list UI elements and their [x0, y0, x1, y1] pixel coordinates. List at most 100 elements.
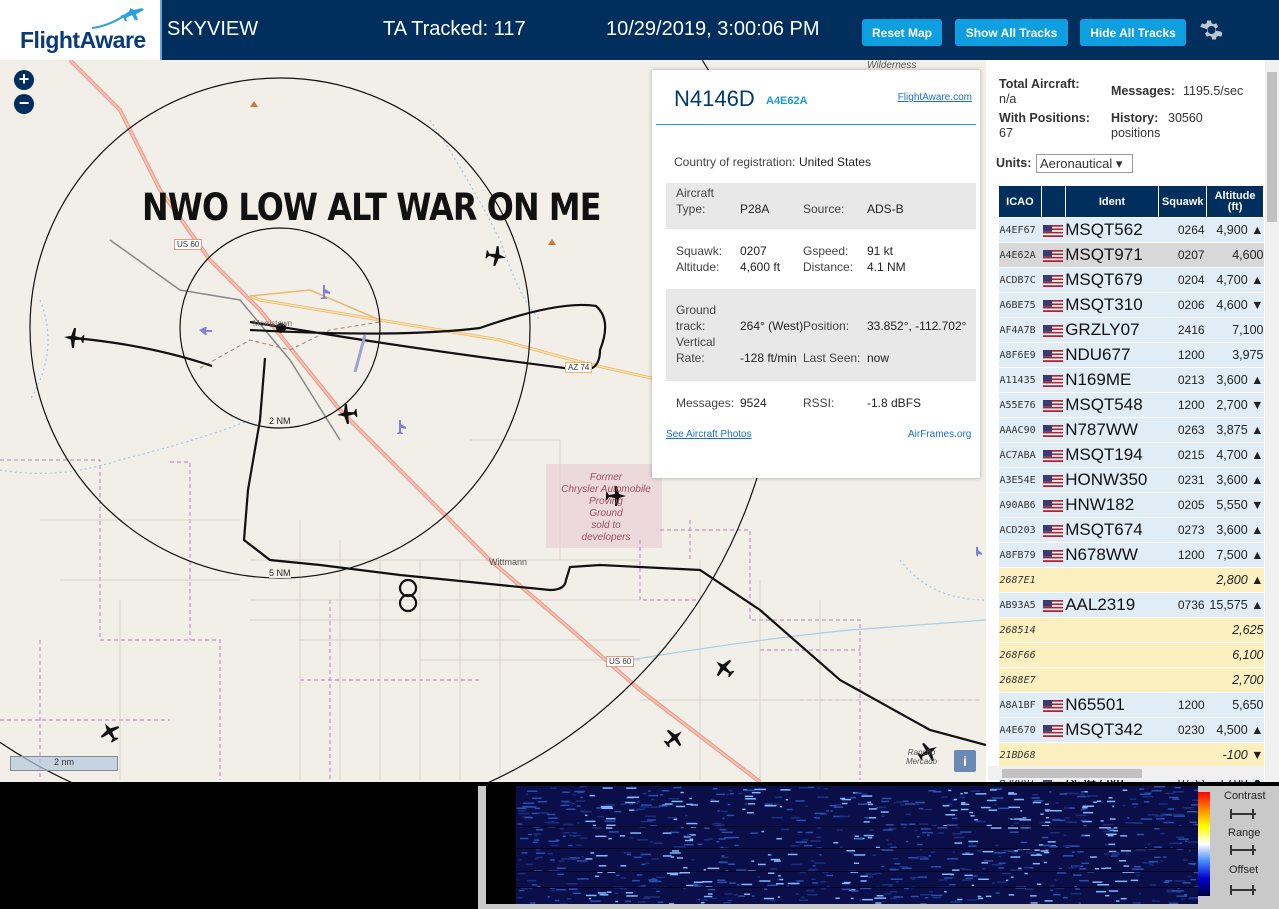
aircraft-icon[interactable] — [712, 656, 736, 680]
cell-altitude: 3,600 ▲ — [1206, 467, 1264, 493]
flightaware-logo[interactable]: FlightAware — [0, 0, 162, 60]
aircraft-icon-selected[interactable] — [335, 402, 359, 426]
table-row[interactable]: A8A1BF N65501 1200 5,650 — [998, 692, 1264, 718]
reset-map-button[interactable]: Reset Map — [862, 19, 942, 46]
table-row[interactable]: 2688E7 2,700 — [998, 667, 1264, 693]
cell-altitude: 4,700 ▲ — [1206, 267, 1264, 293]
cell-icao: AF4A7B — [998, 317, 1042, 343]
cell-altitude: 2,625 — [1206, 617, 1264, 643]
range-slider[interactable] — [1228, 844, 1258, 856]
airframes-link[interactable]: AirFrames.org — [908, 429, 971, 440]
total-aircraft-label: Total Aircraft: — [999, 77, 1080, 91]
table-row[interactable]: 21BD68 -100 ▼ — [998, 742, 1264, 768]
vertical-scrollbar[interactable] — [1265, 60, 1279, 782]
table-row[interactable]: 268F66 6,100 — [998, 642, 1264, 668]
cell-ident: N169ME — [1065, 367, 1159, 393]
col-squawk[interactable]: Squawk — [1158, 185, 1208, 218]
table-row[interactable]: 268514 2,625 — [998, 617, 1264, 643]
table-row[interactable]: A4EF67 MSQT562 0264 4,900 ▲ — [998, 217, 1264, 243]
popup-icao-hex: A4E62A — [766, 95, 808, 107]
table-row[interactable]: A11435 N169ME 0213 3,600 ▲ — [998, 367, 1264, 393]
aircraft-icon[interactable] — [98, 720, 122, 744]
hide-all-tracks-button[interactable]: Hide All Tracks — [1080, 19, 1186, 46]
table-row[interactable]: A8F6E9 NDU677 1200 3,975 — [998, 342, 1264, 368]
cell-flag — [1041, 667, 1066, 693]
ground-track-value: 264° (West) — [740, 319, 804, 333]
cell-squawk: 0213 — [1158, 367, 1207, 393]
show-all-tracks-button[interactable]: Show All Tracks — [955, 19, 1068, 46]
gear-icon[interactable] — [1198, 18, 1222, 42]
table-row[interactable]: ACD203 MSQT674 0273 3,600 ▲ — [998, 517, 1264, 543]
cell-flag — [1041, 467, 1066, 493]
contrast-slider[interactable] — [1228, 808, 1258, 820]
table-row[interactable]: A3E54E HONW350 0231 3,600 ▲ — [998, 467, 1264, 493]
zoom-out-button[interactable]: − — [14, 94, 34, 114]
table-row[interactable]: A4E62A MSQT971 0207 4,600 — [998, 242, 1264, 268]
cell-squawk — [1158, 667, 1207, 693]
offset-slider[interactable] — [1228, 884, 1258, 896]
cell-altitude: -100 ▼ — [1206, 742, 1264, 768]
cell-altitude: 3,600 ▲ — [1206, 367, 1264, 393]
table-row[interactable]: A55E76 MSQT548 1200 2,700 ▼ — [998, 392, 1264, 418]
col-icao[interactable]: ICAO — [998, 185, 1042, 218]
history-unit: positions — [1111, 126, 1161, 140]
zoom-in-button[interactable]: + — [14, 70, 34, 90]
table-row[interactable]: AF4A7B GRZLY07 2416 7,100 — [998, 317, 1264, 343]
cell-ident — [1065, 567, 1159, 593]
cell-icao: A55E76 — [998, 392, 1042, 418]
popup-block-track: Ground track: 264° (West) Position: 33.8… — [666, 289, 976, 381]
cell-flag — [1041, 492, 1066, 518]
table-row[interactable]: A6BE75 MSQT310 0206 4,600 ▼ — [998, 292, 1264, 318]
table-row[interactable]: AB93A5 AAL2319 0736 15,575 ▲ — [998, 592, 1264, 618]
table-row[interactable]: A4E670 MSQT342 0230 4,500 ▲ — [998, 717, 1264, 743]
aircraft-icon[interactable] — [484, 244, 508, 268]
cell-altitude: 7,100 — [1206, 317, 1264, 343]
map-label-proving-ground: Former Chrysler Automobile Proving Ground so… — [561, 472, 651, 543]
cell-icao: 2687E1 — [998, 567, 1042, 593]
col-flag[interactable] — [1040, 185, 1066, 218]
popup-registration: N4146D — [674, 86, 755, 111]
cell-icao: A4E62A — [998, 242, 1042, 268]
distance-value: 4.1 NM — [867, 260, 906, 274]
cell-icao: AB93A5 — [998, 592, 1042, 618]
cell-ident: N65501 — [1065, 692, 1159, 718]
messages-value: 9524 — [740, 396, 767, 410]
aircraft-photos-link[interactable]: See Aircraft Photos — [666, 429, 752, 440]
us-flag-icon — [1043, 725, 1064, 738]
cell-flag — [1041, 267, 1066, 293]
table-row[interactable]: AAAC90 N787WW 0263 3,875 ▲ — [998, 417, 1264, 443]
cell-squawk: 1200 — [1158, 542, 1207, 568]
cell-icao: AAAC90 — [998, 417, 1042, 443]
popup-block-type: Aircraft Type: P28A Source: ADS-B — [666, 183, 976, 229]
cell-altitude: 3,875 ▲ — [1206, 417, 1264, 443]
cell-icao: ACDB7C — [998, 267, 1042, 293]
table-row[interactable]: ACDB7C MSQT679 0204 4,700 ▲ — [998, 267, 1264, 293]
cell-ident: N678WW — [1065, 542, 1159, 568]
cell-altitude: 3,975 — [1206, 342, 1264, 368]
units-select[interactable]: Aeronautical ▾ — [1036, 154, 1133, 173]
horizontal-scrollbar[interactable] — [988, 766, 1264, 780]
cell-icao: A3E54E — [998, 467, 1042, 493]
flightaware-link[interactable]: FlightAware.com — [898, 92, 972, 103]
col-altitude[interactable]: Altitude (ft) — [1206, 185, 1264, 218]
table-row[interactable]: 2687E1 2,800 ▲ — [998, 567, 1264, 593]
cell-squawk: 0264 — [1158, 217, 1207, 243]
aircraft-icon[interactable] — [62, 326, 86, 350]
cell-squawk — [1158, 617, 1207, 643]
table-row[interactable]: A8FB79 N678WW 1200 7,500 ▲ — [998, 542, 1264, 568]
ring-label-2nm: 2 NM — [269, 416, 291, 426]
aircraft-icon[interactable] — [662, 726, 686, 750]
table-row[interactable]: A90AB6 HNW182 0205 5,550 ▼ — [998, 492, 1264, 518]
cell-squawk: 0207 — [1158, 242, 1207, 268]
col-ident[interactable]: Ident — [1064, 185, 1160, 218]
table-row[interactable]: AC7ABA MSQT194 0215 4,700 ▲ — [998, 442, 1264, 468]
cell-altitude: 3,600 ▲ — [1206, 517, 1264, 543]
info-button[interactable]: i — [954, 750, 976, 772]
aircraft-type-value: P28A — [740, 202, 770, 216]
cell-flag — [1041, 342, 1066, 368]
cell-altitude: 2,700 — [1206, 667, 1264, 693]
cell-squawk: 1200 — [1158, 392, 1207, 418]
cell-flag — [1041, 592, 1066, 618]
cell-squawk — [1158, 742, 1207, 768]
map-view[interactable]: Wilderness US 60 US 60 AZ 74 Morristown … — [0, 60, 986, 782]
